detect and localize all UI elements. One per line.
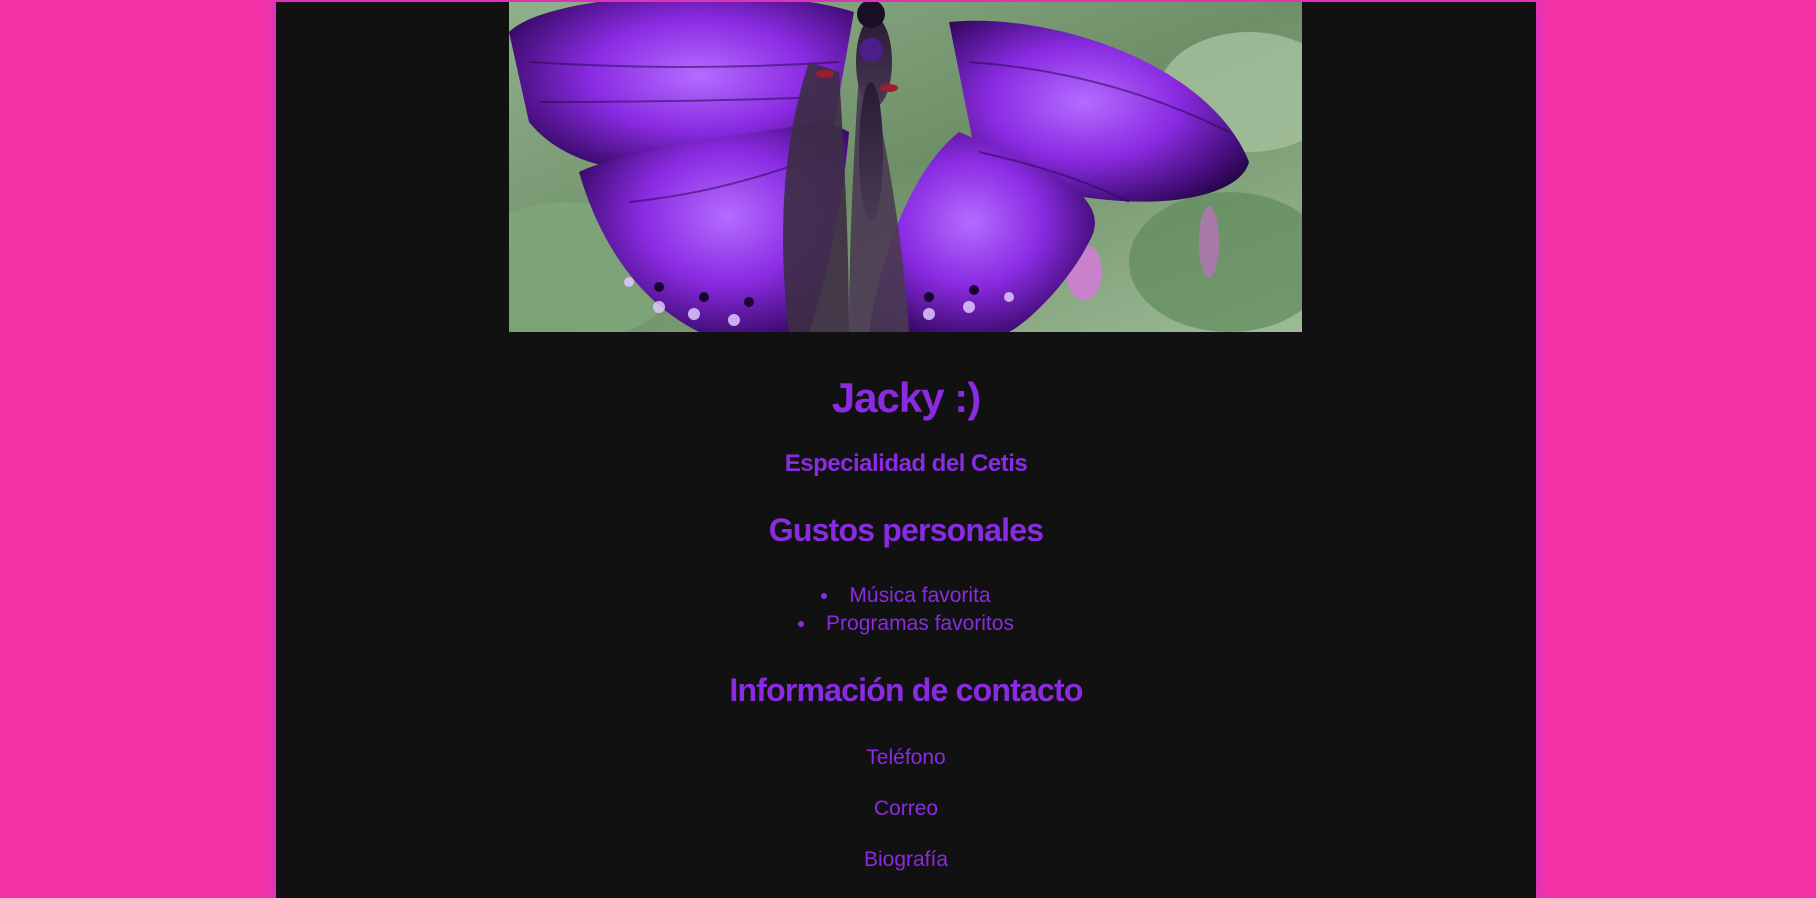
butterfly-image (509, 2, 1302, 332)
page-panel: Jacky :) Especialidad del Cetis Gustos p… (276, 2, 1536, 898)
phone-link[interactable]: Teléfono (276, 744, 1536, 772)
profile-name-heading: Jacky :) (831, 374, 981, 421)
list-item: Música favorita (276, 582, 1536, 610)
email-link[interactable]: Correo (276, 795, 1536, 823)
list-item: Programas favoritos (276, 610, 1536, 638)
contact-heading: Información de contacto (729, 672, 1083, 708)
profile-content: Jacky :) Especialidad del Cetis Gustos p… (276, 332, 1536, 874)
specialty-heading: Especialidad del Cetis (784, 450, 1028, 477)
biography-link[interactable]: Biografía (276, 846, 1536, 874)
likes-heading: Gustos personales (768, 512, 1044, 548)
likes-list: Música favorita Programas favoritos (276, 582, 1536, 638)
